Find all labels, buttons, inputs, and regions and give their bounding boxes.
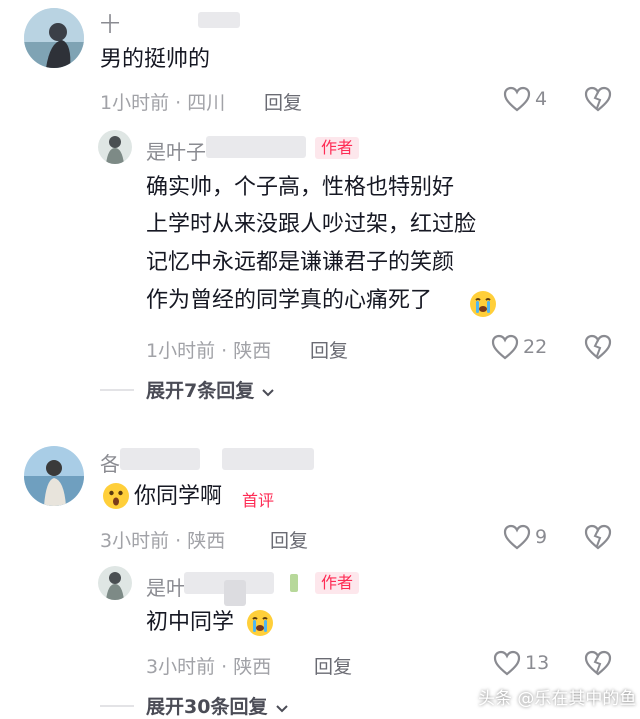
crying-emoji-icon — [469, 290, 497, 318]
blurred-name — [120, 448, 200, 470]
blurred-name — [222, 448, 314, 470]
heart-outline-icon[interactable] — [503, 86, 531, 112]
crying-emoji-icon — [246, 609, 274, 637]
avatar[interactable] — [98, 566, 132, 600]
comment-text: 男的挺帅的 — [100, 47, 211, 72]
broken-heart-icon[interactable] — [584, 524, 612, 550]
blurred-emoji — [290, 574, 298, 592]
avatar[interactable] — [24, 446, 84, 506]
blurred-name — [206, 136, 306, 158]
reply-button[interactable]: 回复 — [270, 526, 308, 553]
expand-label: 展开7条回复 — [146, 380, 255, 402]
like-count: 22 — [523, 336, 548, 358]
author-tag: 作者 — [315, 137, 360, 159]
blurred-name — [198, 12, 240, 28]
reply-time-location: 1小时前 · 陕西 — [146, 340, 272, 362]
watermark: 头条 @乐在其中的鱼 — [478, 689, 637, 709]
first-comment-tag: 首评 — [242, 491, 275, 510]
reply-time-location: 3小时前 · 陕西 — [146, 656, 272, 678]
expand-label: 展开30条回复 — [146, 696, 268, 718]
commenter-name[interactable]: 十 — [100, 8, 120, 37]
comment-text: 你同学啊 — [134, 484, 223, 509]
chevron-down-icon — [261, 388, 275, 398]
reply-button[interactable]: 回复 — [264, 88, 302, 115]
expand-divider — [100, 705, 134, 707]
broken-heart-icon[interactable] — [584, 650, 612, 676]
shocked-emoji-icon — [102, 482, 130, 510]
expand-replies-button[interactable]: 展开7条回复 — [146, 376, 275, 403]
reply-text-line: 确实帅，个子高，性格也特别好 — [146, 175, 455, 200]
reply-text-line: 作为曾经的同学真的心痛死了 — [146, 288, 433, 313]
chevron-down-icon — [275, 704, 289, 714]
broken-heart-icon[interactable] — [584, 334, 612, 360]
blurred-name — [224, 580, 246, 606]
reply-text-line: 记忆中永远都是谦谦君子的笑颜 — [146, 250, 455, 275]
like-count: 4 — [535, 88, 548, 110]
expand-replies-button[interactable]: 展开30条回复 — [146, 692, 289, 719]
like-count: 9 — [535, 526, 548, 548]
reply-text-line: 上学时从来没跟人吵过架，红过脸 — [146, 212, 477, 237]
reply-button[interactable]: 回复 — [310, 336, 348, 363]
heart-outline-icon[interactable] — [493, 650, 521, 676]
heart-outline-icon[interactable] — [503, 524, 531, 550]
author-name[interactable]: 是叶 — [146, 572, 186, 601]
broken-heart-icon[interactable] — [584, 86, 612, 112]
commenter-name[interactable]: 各 — [100, 448, 120, 477]
like-count: 13 — [525, 652, 550, 674]
comment-time-location: 1小时前 · 四川 — [100, 92, 226, 114]
avatar[interactable] — [24, 8, 84, 68]
author-tag: 作者 — [315, 572, 360, 594]
reply-button[interactable]: 回复 — [314, 652, 352, 679]
reply-text: 初中同学 — [146, 610, 235, 635]
expand-divider — [100, 389, 134, 391]
avatar[interactable] — [98, 130, 132, 164]
author-name[interactable]: 是叶子 — [146, 136, 206, 165]
comment-time-location: 3小时前 · 陕西 — [100, 530, 226, 552]
heart-outline-icon[interactable] — [491, 334, 519, 360]
